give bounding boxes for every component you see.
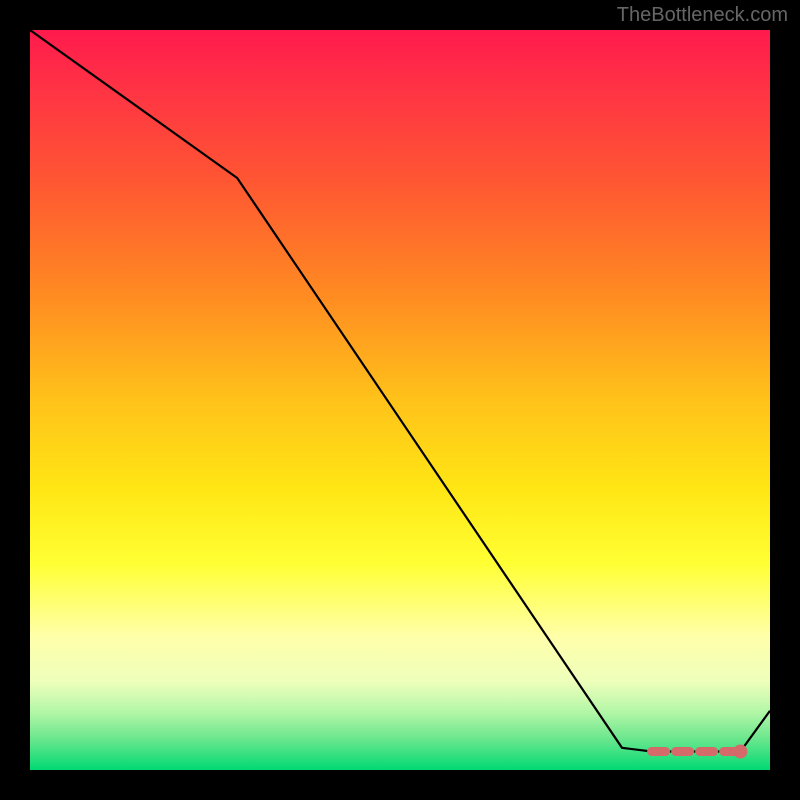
- chart-gradient-background: [30, 30, 770, 770]
- watermark-text: TheBottleneck.com: [617, 4, 788, 27]
